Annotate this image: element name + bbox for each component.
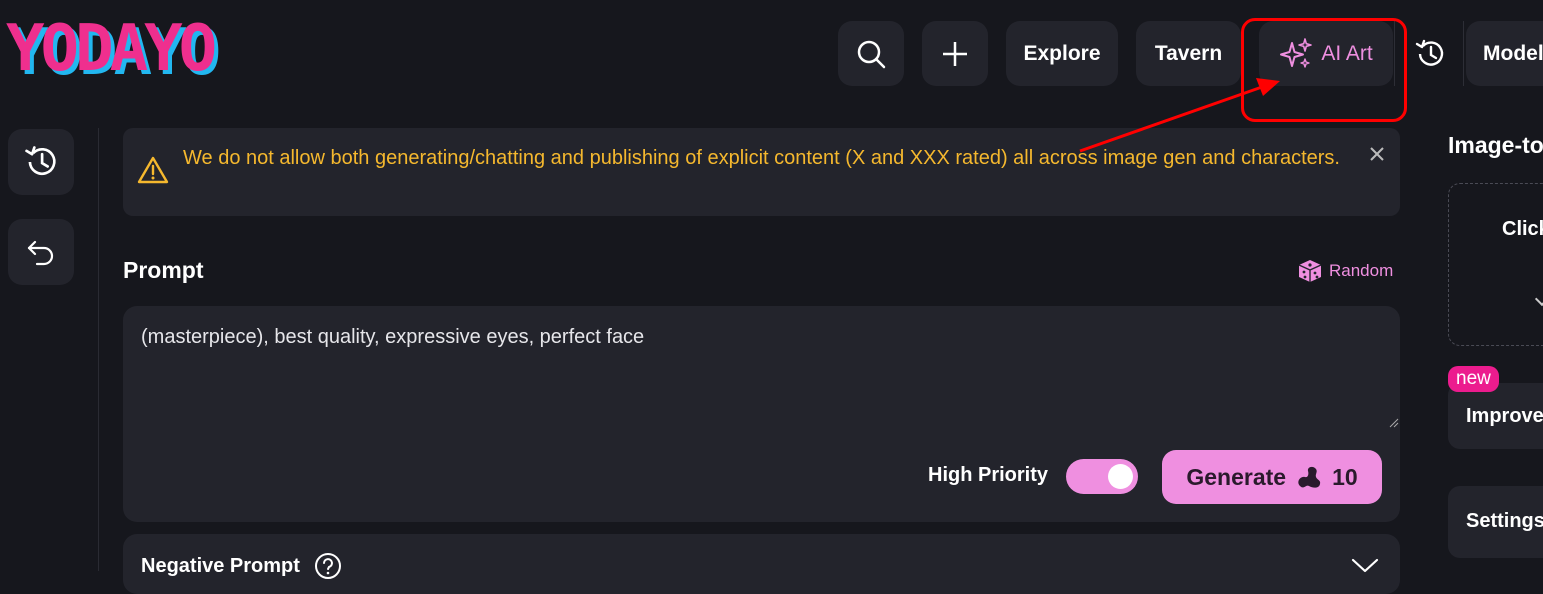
prompt-title: Prompt — [123, 257, 204, 283]
search-button[interactable] — [838, 21, 904, 86]
upload-icon — [1534, 291, 1543, 307]
undo-icon — [27, 240, 54, 266]
sidebar-history-button[interactable] — [8, 129, 74, 195]
toggle-knob — [1108, 464, 1133, 489]
high-priority-toggle[interactable] — [1066, 459, 1138, 494]
highlight-box — [1241, 18, 1407, 122]
bean-icon — [1298, 466, 1321, 488]
create-button[interactable] — [922, 21, 988, 86]
random-label: Random — [1329, 261, 1394, 280]
settings-label: Settings — [1466, 510, 1543, 532]
prompt-input[interactable]: (masterpiece), best quality, expressive … — [123, 306, 1400, 522]
alert-message: We do not allow both generating/chatting… — [183, 147, 1340, 169]
dice-icon — [1298, 260, 1322, 282]
help-icon[interactable] — [314, 552, 342, 580]
sidebar-divider — [98, 128, 99, 571]
generate-button[interactable]: Generate 10 — [1162, 450, 1382, 504]
generate-cost: 10 — [1332, 463, 1358, 490]
logo-text: YODAYO — [6, 18, 215, 86]
generate-label: Generate — [1186, 463, 1287, 490]
nav-tavern[interactable]: Tavern — [1136, 21, 1241, 86]
image-dropzone[interactable]: Click — [1448, 183, 1543, 346]
nav-models[interactable]: Models — [1466, 21, 1543, 86]
improve-card[interactable]: Improve — [1448, 383, 1543, 449]
negative-prompt-title: Negative Prompt — [141, 554, 300, 577]
image-to-image-title: Image-to-Image — [1448, 132, 1543, 158]
warning-icon — [137, 156, 169, 184]
search-icon — [857, 40, 886, 68]
nav-explore[interactable]: Explore — [1006, 21, 1118, 86]
yodayo-logo[interactable]: YODAYO YODAYO — [6, 18, 326, 88]
new-badge: new — [1448, 366, 1499, 392]
prompt-text[interactable]: (masterpiece), best quality, expressive … — [141, 326, 644, 349]
random-button[interactable]: Random — [1297, 258, 1393, 284]
sidebar-undo-button[interactable] — [8, 219, 74, 285]
negative-prompt-section[interactable]: Negative Prompt — [123, 534, 1400, 594]
history-icon — [25, 146, 56, 176]
chevron-down-icon[interactable] — [1351, 556, 1379, 574]
history-button[interactable] — [1400, 21, 1460, 86]
improve-label: Improve — [1466, 405, 1543, 427]
dropzone-text: Click — [1502, 218, 1543, 240]
resize-handle-icon[interactable] — [1389, 418, 1399, 428]
close-icon[interactable] — [1368, 145, 1386, 163]
explicit-content-alert: We do not allow both generating/chatting… — [123, 128, 1400, 216]
high-priority-label: High Priority — [928, 464, 1049, 486]
plus-icon — [943, 41, 967, 66]
settings-card[interactable]: Settings — [1448, 486, 1543, 558]
history-icon — [1415, 39, 1444, 66]
nav-divider — [1463, 21, 1464, 86]
